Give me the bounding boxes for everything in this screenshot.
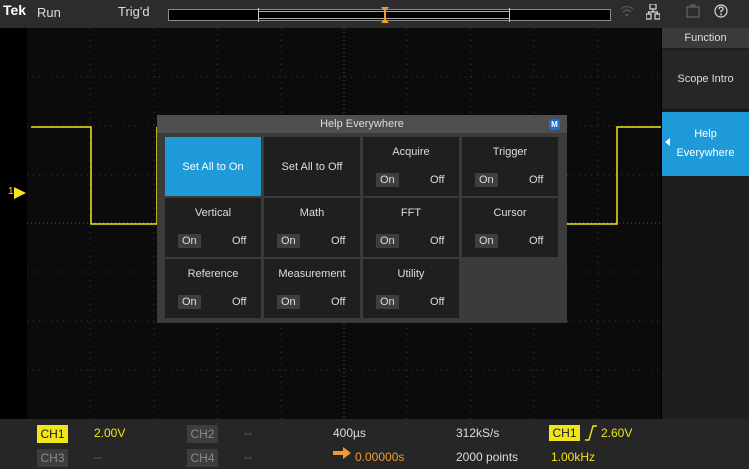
wifi-icon: [620, 4, 634, 21]
set-all-off-button[interactable]: Set All to Off: [264, 137, 360, 196]
network-icon[interactable]: [645, 3, 661, 23]
sample-rate-readout[interactable]: 312kS/s: [456, 426, 499, 440]
help-everywhere-label-line1: Help: [694, 128, 717, 140]
scope-intro-label: Scope Intro: [677, 73, 734, 85]
vertical-off-option[interactable]: Off: [232, 235, 246, 247]
ch4-badge[interactable]: CH4: [187, 449, 218, 467]
trigger-position-icon[interactable]: [381, 7, 389, 23]
side-panel-title: Function: [662, 28, 749, 48]
frequency-readout: 1.00kHz: [551, 450, 596, 464]
measurement-off-option[interactable]: Off: [331, 296, 345, 308]
trigger-level-readout[interactable]: 2.60V: [601, 426, 632, 440]
acquisition-run-state[interactable]: Run: [37, 5, 61, 20]
help-everywhere-label-line2: Everywhere: [676, 147, 735, 159]
acquire-off-option[interactable]: Off: [430, 174, 444, 186]
ch1-marker-arrow-icon: [14, 187, 26, 199]
ch2-badge[interactable]: CH2: [187, 425, 218, 443]
trigger-state: Trig'd: [118, 4, 150, 19]
brand-logo: Tek: [3, 2, 27, 18]
math-toggle[interactable]: Math On Off: [264, 198, 360, 257]
set-all-on-label: Set All to On: [182, 160, 244, 173]
acquire-label: Acquire: [392, 146, 430, 158]
storage-icon[interactable]: [686, 4, 700, 21]
help-icon[interactable]: [714, 4, 728, 21]
trigger-toggle[interactable]: Trigger On Off: [462, 137, 558, 196]
ch1-badge[interactable]: CH1: [37, 425, 68, 443]
fft-label: FFT: [400, 207, 422, 219]
ch2-scale: --: [244, 426, 252, 440]
measurement-toggle[interactable]: Measurement On Off: [264, 259, 360, 318]
reference-toggle[interactable]: Reference On Off: [165, 259, 261, 318]
reference-label: Reference: [187, 268, 239, 280]
utility-off-option[interactable]: Off: [430, 296, 444, 308]
dialog-menu-badge[interactable]: M: [549, 119, 560, 130]
vertical-toggle[interactable]: Vertical On Off: [165, 198, 261, 257]
cursor-toggle[interactable]: Cursor On Off: [462, 198, 558, 257]
math-on-option[interactable]: On: [277, 234, 300, 248]
fft-off-option[interactable]: Off: [430, 235, 444, 247]
acquire-on-option[interactable]: On: [376, 173, 399, 187]
fft-toggle[interactable]: FFT On Off: [363, 198, 459, 257]
ch3-scale: --: [94, 450, 102, 464]
ch1-scale[interactable]: 2.00V: [94, 426, 125, 440]
record-length-readout[interactable]: 2000 points: [456, 450, 518, 464]
help-everywhere-dialog: Help Everywhere M Set All to On Set All …: [157, 115, 567, 323]
utility-on-option[interactable]: On: [376, 295, 399, 309]
ch1-marker-label: 1: [8, 186, 14, 197]
cursor-on-option[interactable]: On: [475, 234, 498, 248]
scope-intro-button[interactable]: Scope Intro: [662, 50, 749, 110]
set-all-off-label: Set All to Off: [281, 160, 343, 173]
top-status-bar: Tek Run Trig'd: [0, 0, 749, 28]
fft-on-option[interactable]: On: [376, 234, 399, 248]
math-label: Math: [299, 207, 325, 219]
help-everywhere-button[interactable]: Help Everywhere: [662, 112, 749, 176]
ch1-offset-marker[interactable]: 1: [8, 186, 30, 200]
set-all-on-button[interactable]: Set All to On: [165, 137, 261, 196]
ch4-scale: --: [244, 450, 252, 464]
delay-readout[interactable]: 0.00000s: [355, 450, 404, 464]
vertical-label: Vertical: [194, 207, 232, 219]
cursor-label: Cursor: [493, 207, 527, 219]
acquire-toggle[interactable]: Acquire On Off: [363, 137, 459, 196]
measurement-label: Measurement: [278, 268, 346, 280]
trigger-source-badge[interactable]: CH1: [549, 425, 580, 441]
utility-toggle[interactable]: Utility On Off: [363, 259, 459, 318]
utility-label: Utility: [397, 268, 425, 280]
rising-edge-icon: [585, 425, 597, 441]
reference-on-option[interactable]: On: [178, 295, 201, 309]
trigger-label: Trigger: [492, 146, 528, 158]
ch3-badge[interactable]: CH3: [37, 449, 68, 467]
dialog-title: Help Everywhere: [157, 115, 567, 133]
reference-off-option[interactable]: Off: [232, 296, 246, 308]
trigger-on-option[interactable]: On: [475, 173, 498, 187]
math-off-option[interactable]: Off: [331, 235, 345, 247]
cursor-off-option[interactable]: Off: [529, 235, 543, 247]
trigger-off-option[interactable]: Off: [529, 174, 543, 186]
delay-arrow-icon: [333, 447, 351, 459]
vertical-on-option[interactable]: On: [178, 234, 201, 248]
timebase-readout[interactable]: 400µs: [333, 426, 366, 440]
selected-arrow-icon: [665, 138, 670, 146]
measurement-on-option[interactable]: On: [277, 295, 300, 309]
